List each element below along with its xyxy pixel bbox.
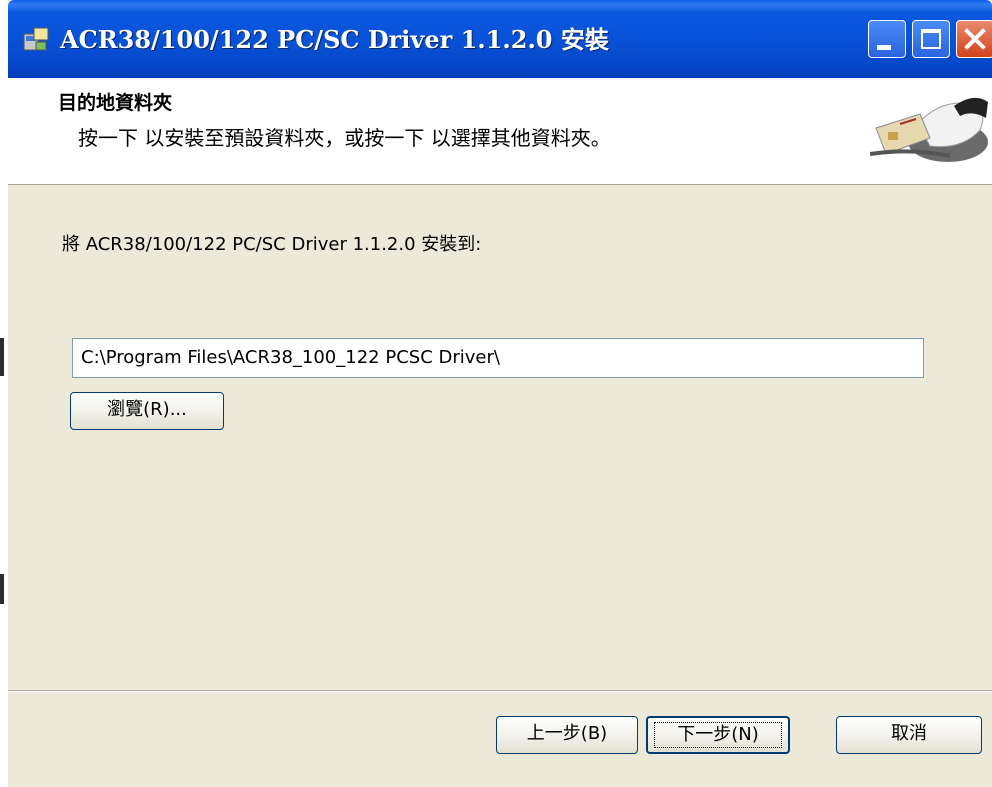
browse-button[interactable]: 瀏覽(R)... xyxy=(70,392,224,430)
cancel-button[interactable]: 取消 xyxy=(836,716,982,754)
close-icon xyxy=(964,28,986,50)
install-location-label: 將 ACR38/100/122 PC/SC Driver 1.1.2.0 安裝到… xyxy=(62,234,482,255)
maximize-icon xyxy=(921,29,941,49)
back-button[interactable]: 上一步(B) xyxy=(496,716,638,754)
close-button[interactable] xyxy=(956,20,992,58)
install-path-input[interactable]: C:\Program Files\ACR38_100_122 PCSC Driv… xyxy=(72,338,924,378)
window-title: ACR38/100/122 PC/SC Driver 1.1.2.0 安裝 xyxy=(60,25,609,54)
next-button[interactable]: 下一步(N) xyxy=(646,716,790,754)
maximize-button[interactable] xyxy=(912,20,950,58)
minimize-icon xyxy=(877,45,891,50)
background-edge xyxy=(0,0,8,787)
installer-window: ACR38/100/122 PC/SC Driver 1.1.2.0 安裝 目的… xyxy=(8,0,992,787)
minimize-button[interactable] xyxy=(868,20,906,58)
page-title: 目的地資料夾 xyxy=(58,92,173,114)
title-bar[interactable]: ACR38/100/122 PC/SC Driver 1.1.2.0 安裝 xyxy=(8,0,992,78)
smart-card-reader-image xyxy=(870,97,988,162)
page-description: 按一下 以安裝至預設資料夾，或按一下 以選擇其他資料夾。 xyxy=(78,126,611,150)
edge-mark xyxy=(0,338,4,376)
installer-icon xyxy=(23,27,49,51)
edge-mark xyxy=(0,574,4,604)
footer-divider xyxy=(8,690,992,692)
focus-rectangle xyxy=(654,722,782,748)
